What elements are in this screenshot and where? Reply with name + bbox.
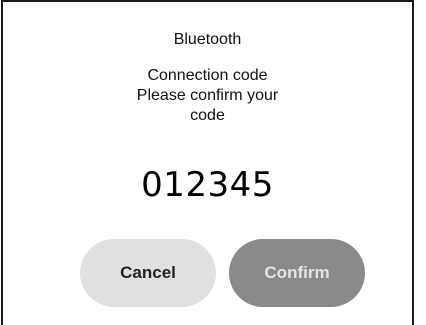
cancel-button[interactable]: Cancel (80, 239, 216, 307)
connection-code: 012345 (141, 165, 274, 205)
bluetooth-pairing-dialog: Bluetooth Connection code Please confirm… (1, 0, 414, 325)
message-line: code (190, 107, 225, 124)
confirm-button[interactable]: Confirm (229, 239, 365, 307)
dialog-message: Connection code Please confirm your code (3, 66, 412, 126)
message-line: Please confirm your (136, 87, 279, 104)
dialog-title: Bluetooth (173, 31, 242, 48)
message-line: Connection code (147, 67, 268, 84)
